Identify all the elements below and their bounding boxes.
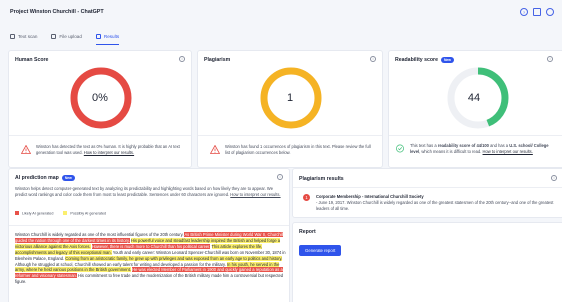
- tab-file-upload[interactable]: File upload: [51, 29, 82, 43]
- card-title: AI prediction map New: [15, 175, 75, 181]
- result-tabs: Text scan File upload Results: [10, 29, 120, 45]
- plagiarism-results-card: Plagiarism results i 1 Corporate Members…: [292, 168, 562, 218]
- divider: [9, 135, 191, 136]
- tab-label: File upload: [59, 33, 82, 39]
- source-text: Corporate Membership - International Chu…: [316, 194, 554, 211]
- legend-swatch: [15, 211, 19, 215]
- new-badge: New: [440, 57, 454, 63]
- note-text: Winston has detected the text as 0% huma…: [36, 144, 180, 155]
- window-icon[interactable]: [533, 8, 541, 16]
- ai-prediction-map-card: AI prediction map New i Winston helps det…: [8, 168, 290, 302]
- tab-results[interactable]: Results: [95, 29, 120, 45]
- top-bar: Project Winston Churchill - ChatGPT ?: [0, 0, 562, 26]
- tab-label: Text scan: [18, 33, 38, 39]
- profile-icon[interactable]: [546, 8, 554, 16]
- human-score-value: 0%: [92, 92, 108, 104]
- highlighted-text: Winston Churchill is widely regarded as …: [15, 232, 287, 285]
- plagiarism-note: Winston has found 1 occurrences of plagi…: [210, 144, 374, 156]
- card-title: Plagiarism results: [299, 176, 344, 182]
- page-title: Project Winston Churchill - ChatGPT: [10, 9, 104, 15]
- source-number: 1: [303, 194, 310, 201]
- legend-item-likely: Likely AI generated: [15, 211, 53, 216]
- warning-icon: [210, 145, 220, 154]
- tab-label: Results: [103, 33, 120, 39]
- readability-value: 44: [467, 92, 481, 104]
- readability-note: This text has a readability score of 44/…: [395, 143, 553, 155]
- text-segment: Winston Churchill is widely regarded as …: [15, 232, 185, 237]
- divider: [9, 225, 289, 226]
- card-title: Report: [299, 229, 316, 235]
- help-icon[interactable]: ?: [520, 8, 528, 16]
- plagiarism-card: Plagiarism i 1 Winston has found 1 occur…: [197, 50, 383, 168]
- card-title: Plagiarism: [204, 57, 231, 63]
- info-icon[interactable]: i: [547, 56, 553, 62]
- human-score-note: Winston has detected the text as 0% huma…: [21, 144, 183, 156]
- source-title[interactable]: Corporate Membership - International Chu…: [316, 194, 424, 199]
- file-upload-icon: [51, 33, 57, 39]
- check-circle-icon: [396, 144, 404, 153]
- plagiarism-value: 1: [286, 92, 294, 104]
- info-icon[interactable]: i: [179, 56, 185, 62]
- interpret-link[interactable]: How to interpret our results.: [230, 192, 280, 197]
- warning-icon: [21, 145, 31, 154]
- human-score-card: Human Score i 0% Winston has detected th…: [8, 50, 192, 168]
- likely-ai-segment: However, there is much more to Churchill…: [91, 243, 211, 249]
- text-scan-icon: [10, 33, 15, 39]
- possibly-ai-segment: Coming from an aristocratic family, he g…: [65, 255, 283, 261]
- generate-report-button[interactable]: Generate report: [299, 245, 342, 256]
- interpret-link[interactable]: How to interpret our results.: [84, 150, 134, 155]
- readability-card: Readability score New i 44 This text has …: [388, 50, 562, 168]
- info-icon[interactable]: i: [277, 174, 283, 180]
- card-title: Human Score: [15, 57, 49, 63]
- info-icon[interactable]: i: [370, 56, 376, 62]
- ai-map-description: Winston helps detect computer-generated …: [15, 186, 281, 197]
- divider: [293, 187, 562, 188]
- divider: [198, 135, 382, 136]
- text-segment: Although he struggled at school, Churchi…: [15, 261, 228, 267]
- new-badge: New: [61, 175, 75, 181]
- note-text: Winston has found 1 occurrences of plagi…: [225, 144, 371, 155]
- plagiarism-source-item[interactable]: 1 Corporate Membership - International C…: [303, 194, 559, 211]
- results-icon: [95, 33, 101, 39]
- legend-swatch: [63, 211, 68, 215]
- legend-item-possibly: Possibly AI generated: [63, 211, 106, 216]
- divider: [389, 135, 562, 136]
- report-card: Report Generate report: [292, 222, 562, 302]
- ai-map-legend: Likely AI generated Possibly AI generate…: [15, 211, 106, 216]
- tab-text-scan[interactable]: Text scan: [10, 29, 37, 43]
- interpret-link[interactable]: How to interpret our results.: [483, 149, 533, 154]
- note-text: This text has a readability score of 44/…: [410, 143, 549, 154]
- card-title: Readability score New: [395, 57, 454, 63]
- top-actions: ?: [520, 8, 554, 16]
- info-icon[interactable]: i: [551, 175, 557, 181]
